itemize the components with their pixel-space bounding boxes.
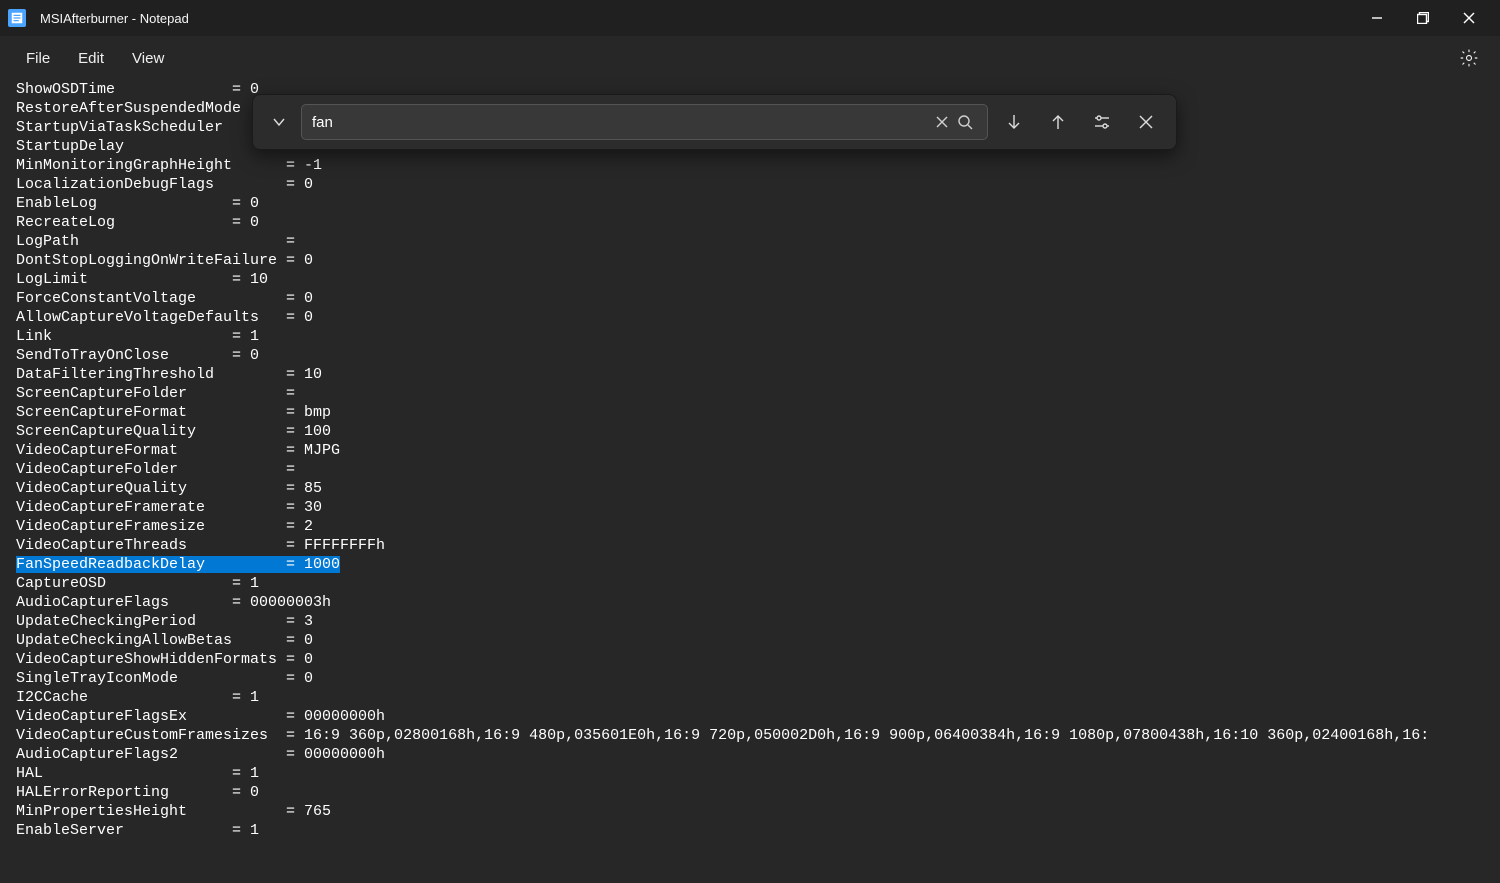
editor-line: UpdateCheckingPeriod = 3 — [16, 612, 1484, 631]
editor-line: I2CCache = 1 — [16, 688, 1484, 707]
editor-line: AudioCaptureFlags2 = 00000000h — [16, 745, 1484, 764]
editor-line: SingleTrayIconMode = 0 — [16, 669, 1484, 688]
search-icon[interactable] — [953, 110, 977, 134]
maximize-button[interactable] — [1400, 0, 1446, 36]
editor-line: VideoCaptureQuality = 85 — [16, 479, 1484, 498]
editor-line: AudioCaptureFlags = 00000003h — [16, 593, 1484, 612]
editor-line: VideoCaptureFormat = MJPG — [16, 441, 1484, 460]
editor-line: ForceConstantVoltage = 0 — [16, 289, 1484, 308]
find-options-button[interactable] — [1084, 104, 1120, 140]
editor-line: LogLimit = 10 — [16, 270, 1484, 289]
find-next-button[interactable] — [996, 104, 1032, 140]
editor-line: FanSpeedReadbackDelay = 1000 — [16, 555, 1484, 574]
notepad-icon — [8, 9, 26, 27]
find-input[interactable] — [312, 114, 931, 131]
window-controls — [1354, 0, 1492, 36]
editor-line: VideoCaptureFramerate = 30 — [16, 498, 1484, 517]
editor-line: VideoCaptureFramesize = 2 — [16, 517, 1484, 536]
editor-line: AllowCaptureVoltageDefaults = 0 — [16, 308, 1484, 327]
minimize-button[interactable] — [1354, 0, 1400, 36]
editor-line: DataFilteringThreshold = 10 — [16, 365, 1484, 384]
editor-line: MinPropertiesHeight = 765 — [16, 802, 1484, 821]
editor-line: SendToTrayOnClose = 0 — [16, 346, 1484, 365]
menu-edit[interactable]: Edit — [64, 44, 118, 73]
editor-line: EnableLog = 0 — [16, 194, 1484, 213]
menubar: File Edit View — [0, 36, 1500, 80]
text-editor[interactable]: ShowOSDTime = 0RestoreAfterSuspendedMode… — [0, 80, 1500, 883]
editor-line: CaptureOSD = 1 — [16, 574, 1484, 593]
editor-line: EnableServer = 1 — [16, 821, 1484, 840]
editor-line: HAL = 1 — [16, 764, 1484, 783]
editor-line: LocalizationDebugFlags = 0 — [16, 175, 1484, 194]
settings-button[interactable] — [1450, 39, 1488, 77]
titlebar: MSIAfterburner - Notepad — [0, 0, 1500, 36]
expand-replace-button[interactable] — [265, 108, 293, 136]
find-input-container — [301, 104, 988, 140]
editor-line: VideoCaptureFlagsEx = 00000000h — [16, 707, 1484, 726]
close-find-button[interactable] — [1128, 104, 1164, 140]
editor-line: DontStopLoggingOnWriteFailure = 0 — [16, 251, 1484, 270]
editor-line: VideoCaptureThreads = FFFFFFFFh — [16, 536, 1484, 555]
editor-line: RecreateLog = 0 — [16, 213, 1484, 232]
editor-line: UpdateCheckingAllowBetas = 0 — [16, 631, 1484, 650]
editor-line: ScreenCaptureFolder = — [16, 384, 1484, 403]
editor-line: VideoCaptureCustomFramesizes = 16:9 360p… — [16, 726, 1484, 745]
close-button[interactable] — [1446, 0, 1492, 36]
editor-line: LogPath = — [16, 232, 1484, 251]
window-title: MSIAfterburner - Notepad — [40, 11, 1354, 26]
find-previous-button[interactable] — [1040, 104, 1076, 140]
editor-line: VideoCaptureShowHiddenFormats = 0 — [16, 650, 1484, 669]
editor-line: VideoCaptureFolder = — [16, 460, 1484, 479]
editor-line: MinMonitoringGraphHeight = -1 — [16, 156, 1484, 175]
clear-input-icon[interactable] — [931, 111, 953, 133]
editor-line: HALErrorReporting = 0 — [16, 783, 1484, 802]
menu-view[interactable]: View — [118, 44, 178, 73]
menu-file[interactable]: File — [12, 44, 64, 73]
find-bar — [252, 94, 1177, 150]
editor-line: ScreenCaptureQuality = 100 — [16, 422, 1484, 441]
editor-line: ScreenCaptureFormat = bmp — [16, 403, 1484, 422]
editor-line: Link = 1 — [16, 327, 1484, 346]
